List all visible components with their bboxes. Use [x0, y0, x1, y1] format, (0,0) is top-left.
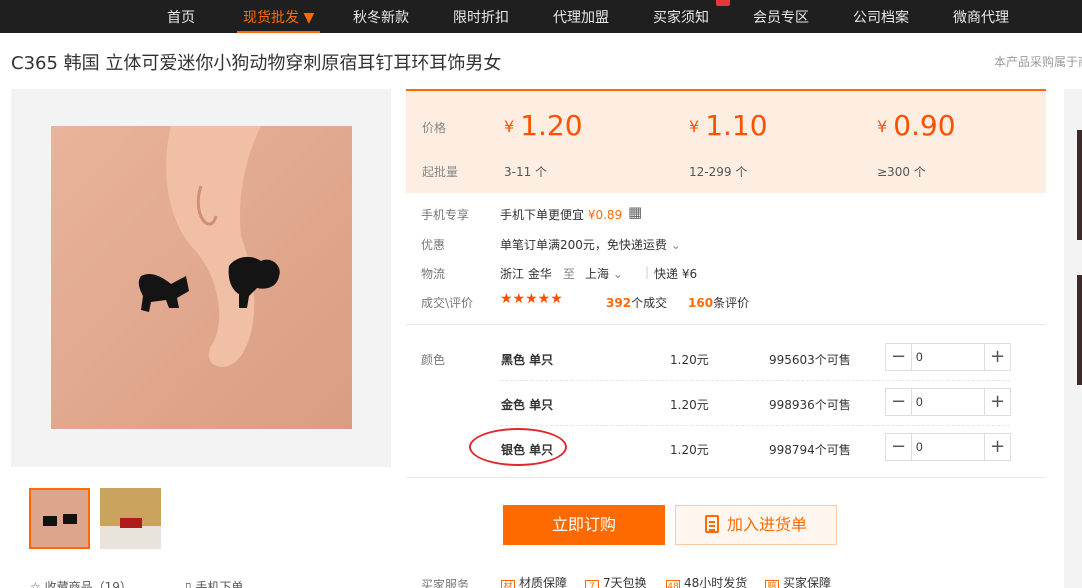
guarantee-icon: 赔: [765, 580, 779, 588]
nav-item-agent[interactable]: 代理加盟: [553, 0, 609, 33]
thumbnail-1[interactable]: [29, 488, 90, 549]
buy-now-button[interactable]: 立即订购: [503, 505, 665, 545]
to-word: 至: [563, 267, 576, 281]
price-tier-3: ¥0.90: [877, 109, 956, 142]
row-divider: [500, 425, 1010, 426]
minus-button[interactable]: −: [886, 434, 912, 460]
nav-item-home[interactable]: 首页: [167, 0, 195, 33]
quantity-stepper: − +: [885, 388, 1011, 416]
price-label: 价格: [422, 121, 447, 135]
ship-from: 浙江 金华: [500, 267, 552, 281]
variant-price: 1.20元: [670, 398, 709, 412]
mobile-text: 手机下单更便宜 ¥0.89: [500, 208, 623, 222]
seven-day-icon: 7: [585, 580, 599, 588]
logistics-label: 物流: [421, 267, 446, 281]
moq-label: 起批量: [422, 165, 459, 179]
rating-stars-icon: ★★★★★: [500, 291, 563, 307]
service-exchange: 7 7天包换: [585, 574, 647, 588]
nav-item-discount[interactable]: 限时折扣: [453, 0, 509, 33]
nav-item-company[interactable]: 公司档案: [853, 0, 909, 33]
side-image[interactable]: [1077, 275, 1082, 385]
reviews-count[interactable]: 160条评价: [688, 294, 749, 311]
right-note: 本产品采购属于商: [994, 55, 1082, 69]
nav-item-member[interactable]: 会员专区: [753, 0, 809, 33]
phone-icon: ▯: [185, 580, 196, 588]
red-circle-annotation: [469, 428, 567, 466]
quantity-input[interactable]: [916, 438, 976, 456]
variant-name: 黑色 单只: [501, 353, 554, 367]
variant-stock: 998794个可售: [769, 443, 851, 457]
quantity-stepper: − +: [885, 343, 1011, 371]
top-nav: 首页 现货批发 ▼ 秋冬新款 限时折扣 代理加盟 买家须知 会员专区 公司档案 …: [0, 0, 1082, 33]
service-shipping: 48 48小时发货: [666, 574, 747, 588]
express-fee: 快递 ¥6: [654, 267, 698, 281]
chevron-down-icon: ⌄: [670, 238, 681, 252]
nav-item-buyer-notice[interactable]: 买家须知: [653, 0, 709, 33]
quantity-stepper: − +: [885, 433, 1011, 461]
product-title: C365 韩国 立体可爱迷你小狗动物穿刺原宿耳钉耳环耳饰男女: [11, 53, 502, 74]
range-tier-2: 12-299 个: [689, 165, 748, 179]
promo-text[interactable]: 单笔订单满200元，免快递运费 ⌄: [500, 236, 681, 253]
add-to-cart-button[interactable]: 加入进货单: [675, 505, 837, 545]
color-label: 颜色: [421, 353, 446, 367]
new-badge-icon: [716, 0, 730, 6]
variant-stock: 998936个可售: [769, 398, 851, 412]
quantity-input[interactable]: [916, 393, 976, 411]
quantity-input[interactable]: [916, 348, 976, 366]
side-image[interactable]: [1077, 130, 1082, 240]
plus-button[interactable]: +: [984, 344, 1010, 370]
service-protection: 赔买家保障: [765, 574, 831, 588]
thumbnail-2[interactable]: [100, 488, 161, 549]
services-label: 买家服务: [421, 578, 470, 588]
plus-button[interactable]: +: [984, 389, 1010, 415]
price-panel: 价格 起批量 ¥1.20 3-11 个 ¥1.10 12-299 个 ¥0.90…: [406, 89, 1046, 193]
deal-label: 成交\评价: [421, 296, 474, 310]
price-tier-2: ¥1.10: [689, 109, 768, 142]
mobile-label: 手机专享: [421, 208, 470, 222]
clipboard-icon: [704, 515, 719, 533]
price-tier-1: ¥1.20: [504, 109, 583, 142]
range-tier-1: 3-11 个: [504, 165, 548, 179]
chevron-down-icon: ⌄: [612, 267, 623, 281]
divider: [406, 477, 1046, 478]
material-icon: 材: [501, 580, 515, 588]
variant-stock: 995603个可售: [769, 353, 851, 367]
star-icon: ☆: [30, 580, 45, 588]
ship-to-select[interactable]: 上海 ⌄: [585, 265, 623, 282]
mobile-order-link[interactable]: ▯ 手机下单: [185, 578, 243, 588]
main-image-box: [11, 89, 391, 467]
range-tier-3: ≥300 个: [877, 165, 926, 179]
row-divider: [500, 380, 1010, 381]
divider: [406, 324, 1046, 325]
48h-icon: 48: [666, 580, 680, 588]
nav-item-wholesale[interactable]: 现货批发 ▼: [236, 0, 321, 33]
minus-button[interactable]: −: [886, 344, 912, 370]
variant-name: 金色 单只: [501, 398, 554, 412]
variant-price: 1.20元: [670, 353, 709, 367]
promo-label: 优惠: [421, 238, 446, 252]
qrcode-icon[interactable]: ▦: [628, 203, 642, 221]
minus-button[interactable]: −: [886, 389, 912, 415]
plus-button[interactable]: +: [984, 434, 1010, 460]
service-material: 材材质保障: [501, 574, 567, 588]
separator: |: [645, 265, 650, 279]
nav-item-new[interactable]: 秋冬新款: [353, 0, 409, 33]
product-photo[interactable]: [51, 126, 352, 429]
favorite-button[interactable]: ☆ 收藏商品（19）: [30, 578, 132, 588]
variant-price: 1.20元: [670, 443, 709, 457]
deals-count[interactable]: 392个成交: [606, 294, 667, 311]
nav-item-wechat-agent[interactable]: 微商代理: [953, 0, 1009, 33]
